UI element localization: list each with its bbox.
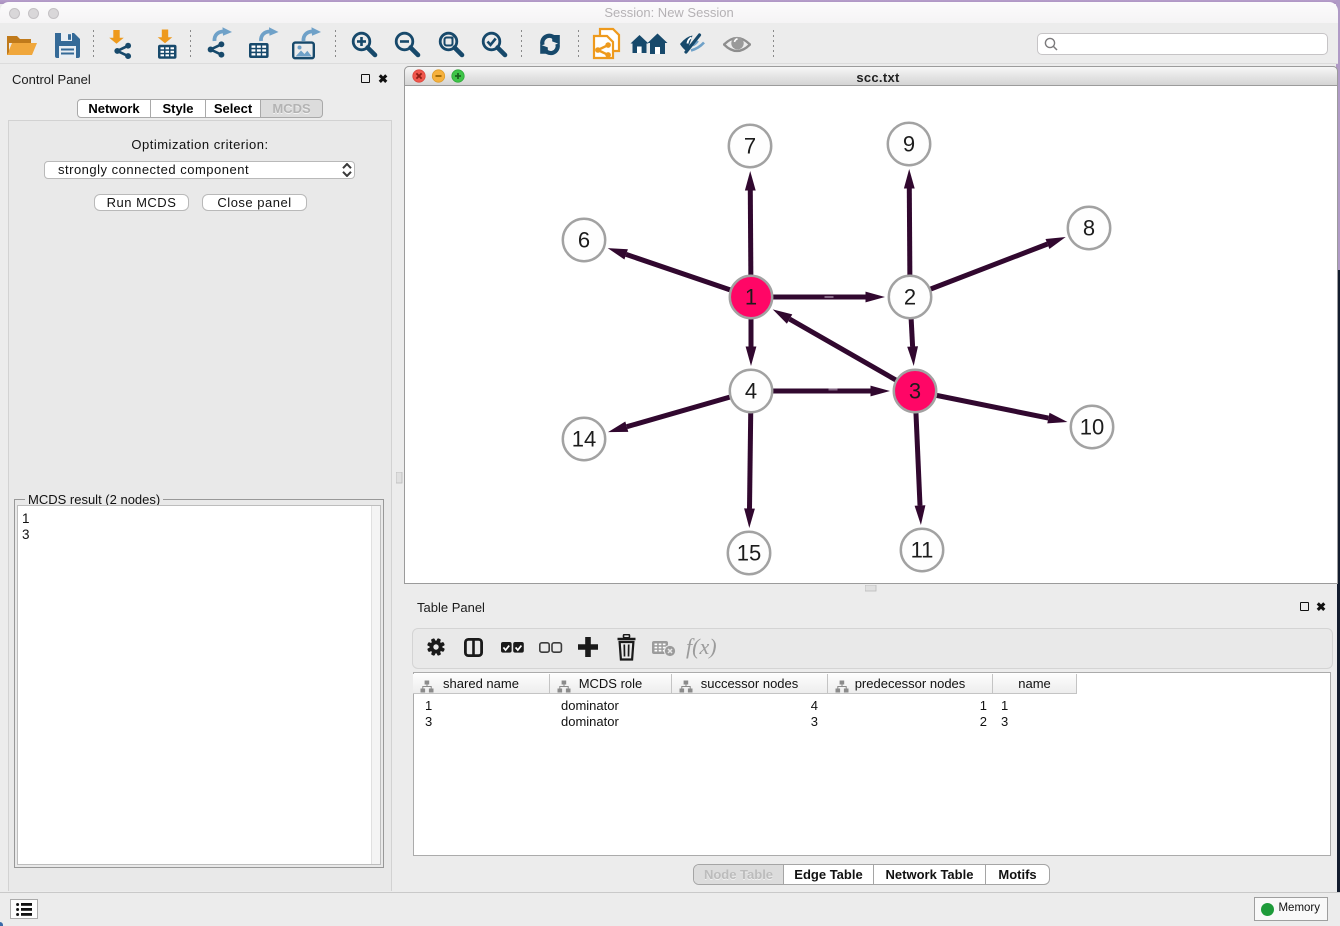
svg-text:6: 6: [578, 228, 590, 253]
svg-text:10: 10: [1080, 415, 1104, 440]
svg-text:3: 3: [909, 379, 921, 404]
svg-text:4: 4: [745, 379, 757, 404]
svg-text:8: 8: [1083, 216, 1095, 241]
svg-text:11: 11: [911, 538, 934, 563]
svg-text:9: 9: [903, 132, 915, 157]
svg-text:1: 1: [745, 285, 757, 310]
svg-text:7: 7: [744, 134, 756, 159]
svg-text:2: 2: [904, 285, 916, 310]
svg-text:14: 14: [572, 427, 596, 452]
svg-text:15: 15: [737, 541, 761, 566]
